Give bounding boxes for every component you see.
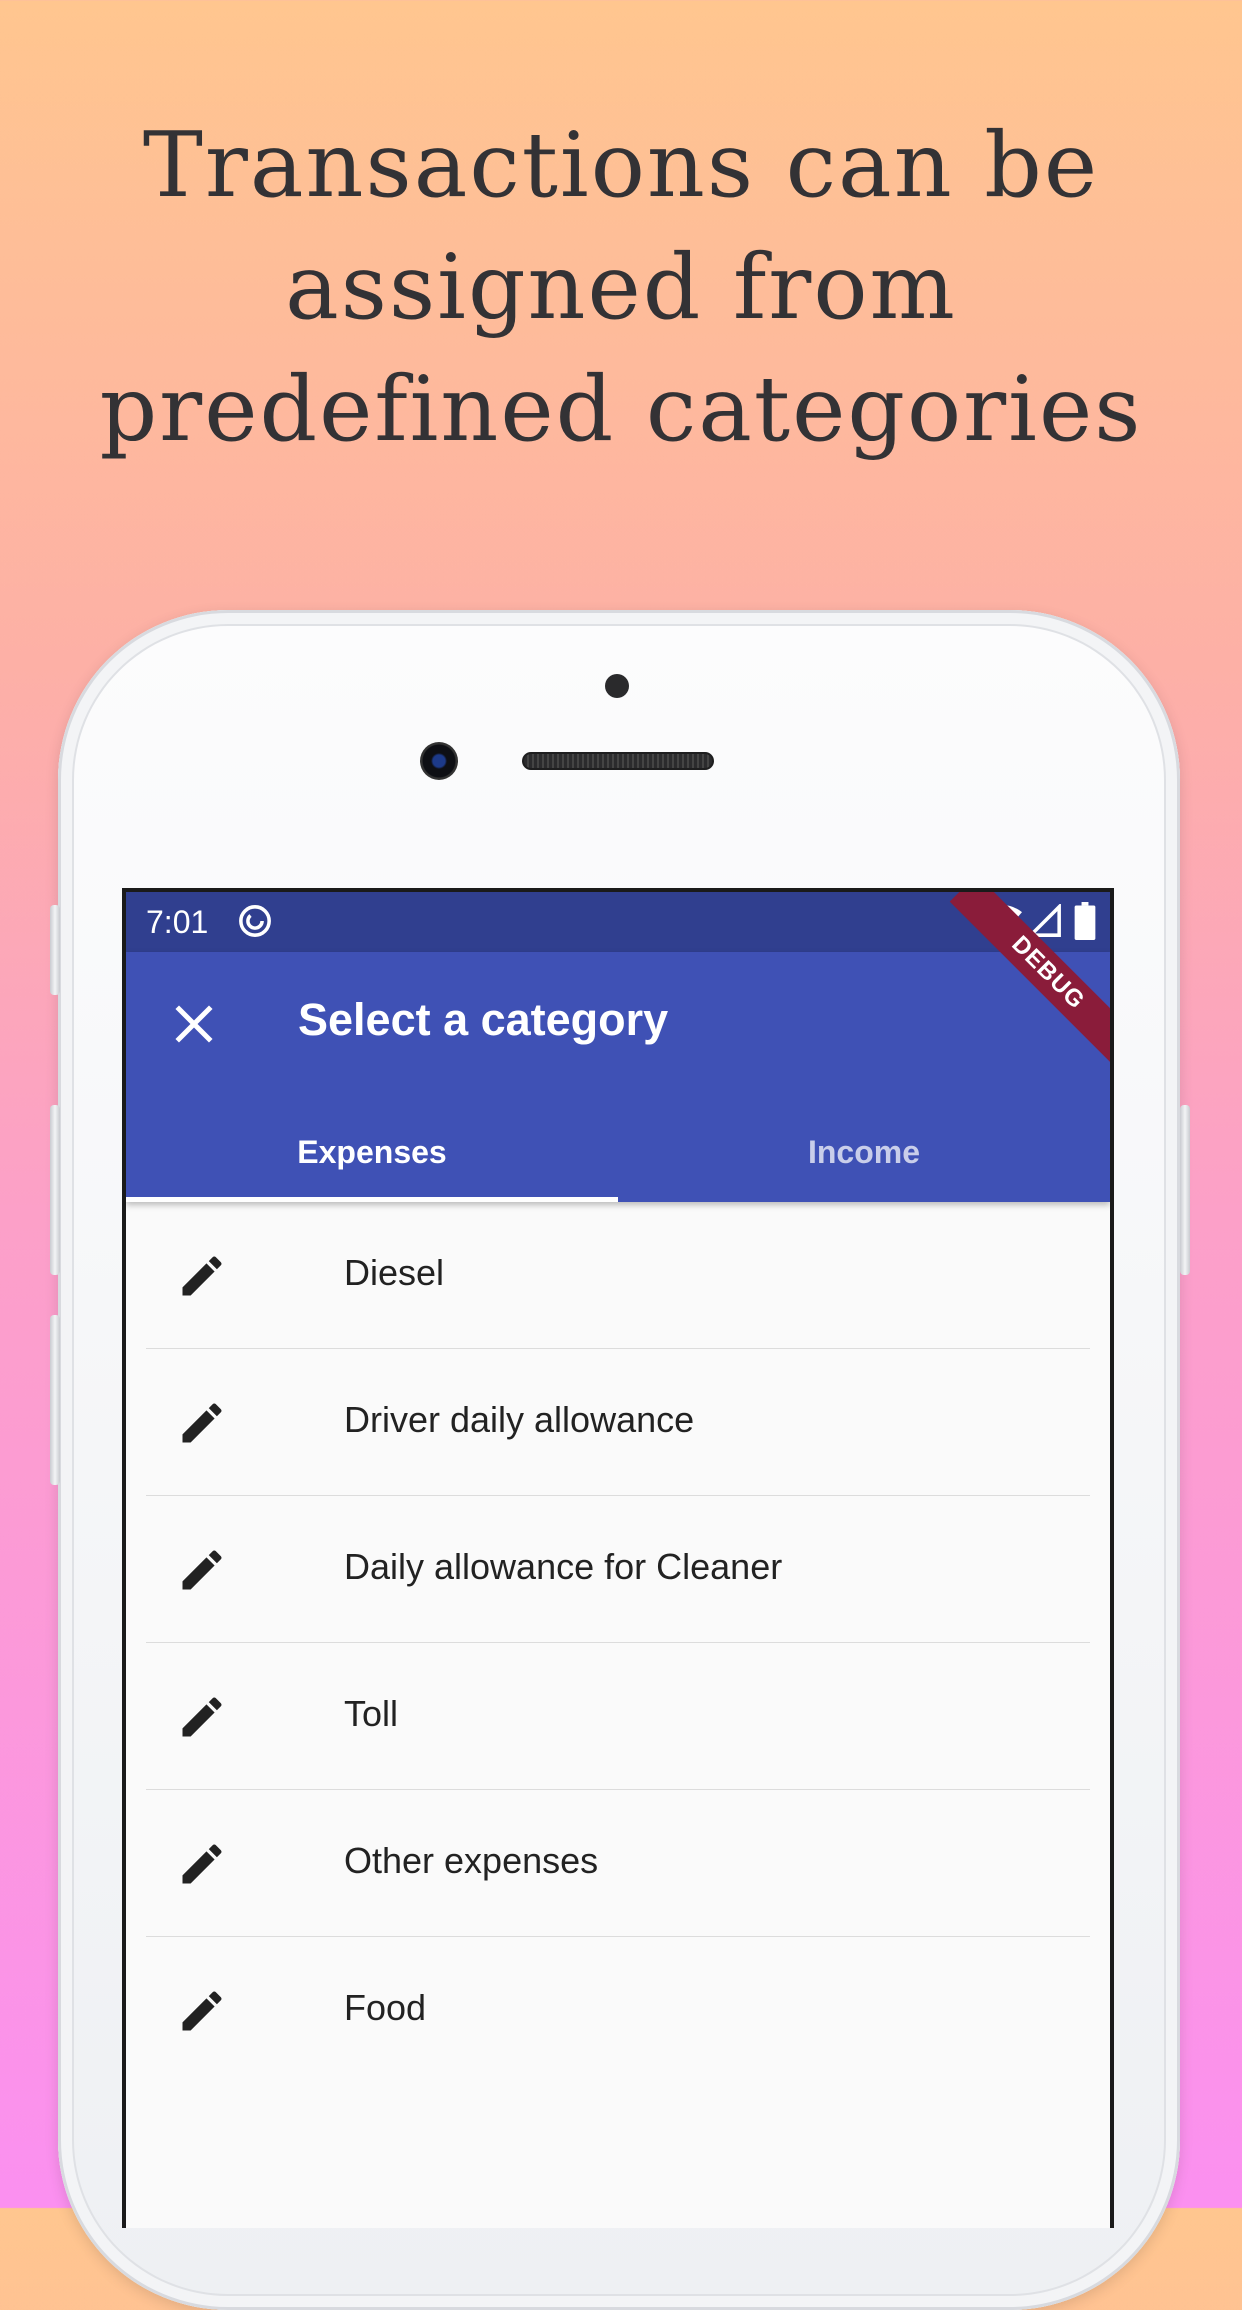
headline-line-3: predefined categories xyxy=(99,357,1143,462)
category-label: Other expenses xyxy=(344,1840,599,1881)
status-time: 7:01 xyxy=(146,904,209,940)
category-label: Driver daily allowance xyxy=(344,1399,695,1440)
earpiece-speaker xyxy=(522,752,714,770)
category-item-food[interactable]: Food xyxy=(146,1937,1090,2083)
category-item-driver-daily-allowance[interactable]: Driver daily allowance xyxy=(146,1349,1090,1496)
category-label: Food xyxy=(344,1987,427,2028)
page-title: Select a category xyxy=(298,994,669,1045)
headline: Transactions can be assigned from predef… xyxy=(0,105,1242,471)
close-button[interactable] xyxy=(158,988,230,1060)
category-list: Diesel Driver daily allowance Daily allo… xyxy=(126,1202,1110,2083)
edit-icon xyxy=(182,1844,222,1884)
battery-icon xyxy=(1074,902,1096,940)
edit-icon xyxy=(182,1550,222,1590)
tab-expenses[interactable]: Expenses xyxy=(126,1102,618,1202)
phone-volume-down-button xyxy=(50,1315,60,1485)
phone-screen: 7:01 Select a category Expenses Income D… xyxy=(122,888,1114,2228)
headline-line-2: assigned from xyxy=(285,235,957,340)
tab-expenses-label: Expenses xyxy=(297,1133,447,1170)
headline-line-1: Transactions can be xyxy=(142,113,1100,218)
front-camera xyxy=(420,742,458,780)
edit-icon xyxy=(182,1403,222,1443)
category-label: Daily allowance for Cleaner xyxy=(344,1546,783,1587)
front-sensor xyxy=(605,674,629,698)
edit-icon xyxy=(182,1697,222,1737)
category-label: Diesel xyxy=(344,1252,445,1293)
sync-icon xyxy=(239,905,271,937)
app-bar: Select a category Expenses Income xyxy=(126,952,1110,1202)
phone-side-button xyxy=(50,905,60,995)
category-item-toll[interactable]: Toll xyxy=(146,1643,1090,1790)
close-icon xyxy=(175,1005,213,1043)
category-item-other-expenses[interactable]: Other expenses xyxy=(146,1790,1090,1937)
phone-power-button xyxy=(1180,1105,1190,1275)
phone-volume-up-button xyxy=(50,1105,60,1275)
category-item-daily-allowance-cleaner[interactable]: Daily allowance for Cleaner xyxy=(146,1496,1090,1643)
category-label: Toll xyxy=(344,1693,399,1734)
tab-income[interactable]: Income xyxy=(618,1102,1110,1202)
category-item-diesel[interactable]: Diesel xyxy=(146,1202,1090,1349)
edit-icon xyxy=(182,1256,222,1296)
tab-income-label: Income xyxy=(807,1133,921,1170)
edit-icon xyxy=(182,1991,222,2031)
